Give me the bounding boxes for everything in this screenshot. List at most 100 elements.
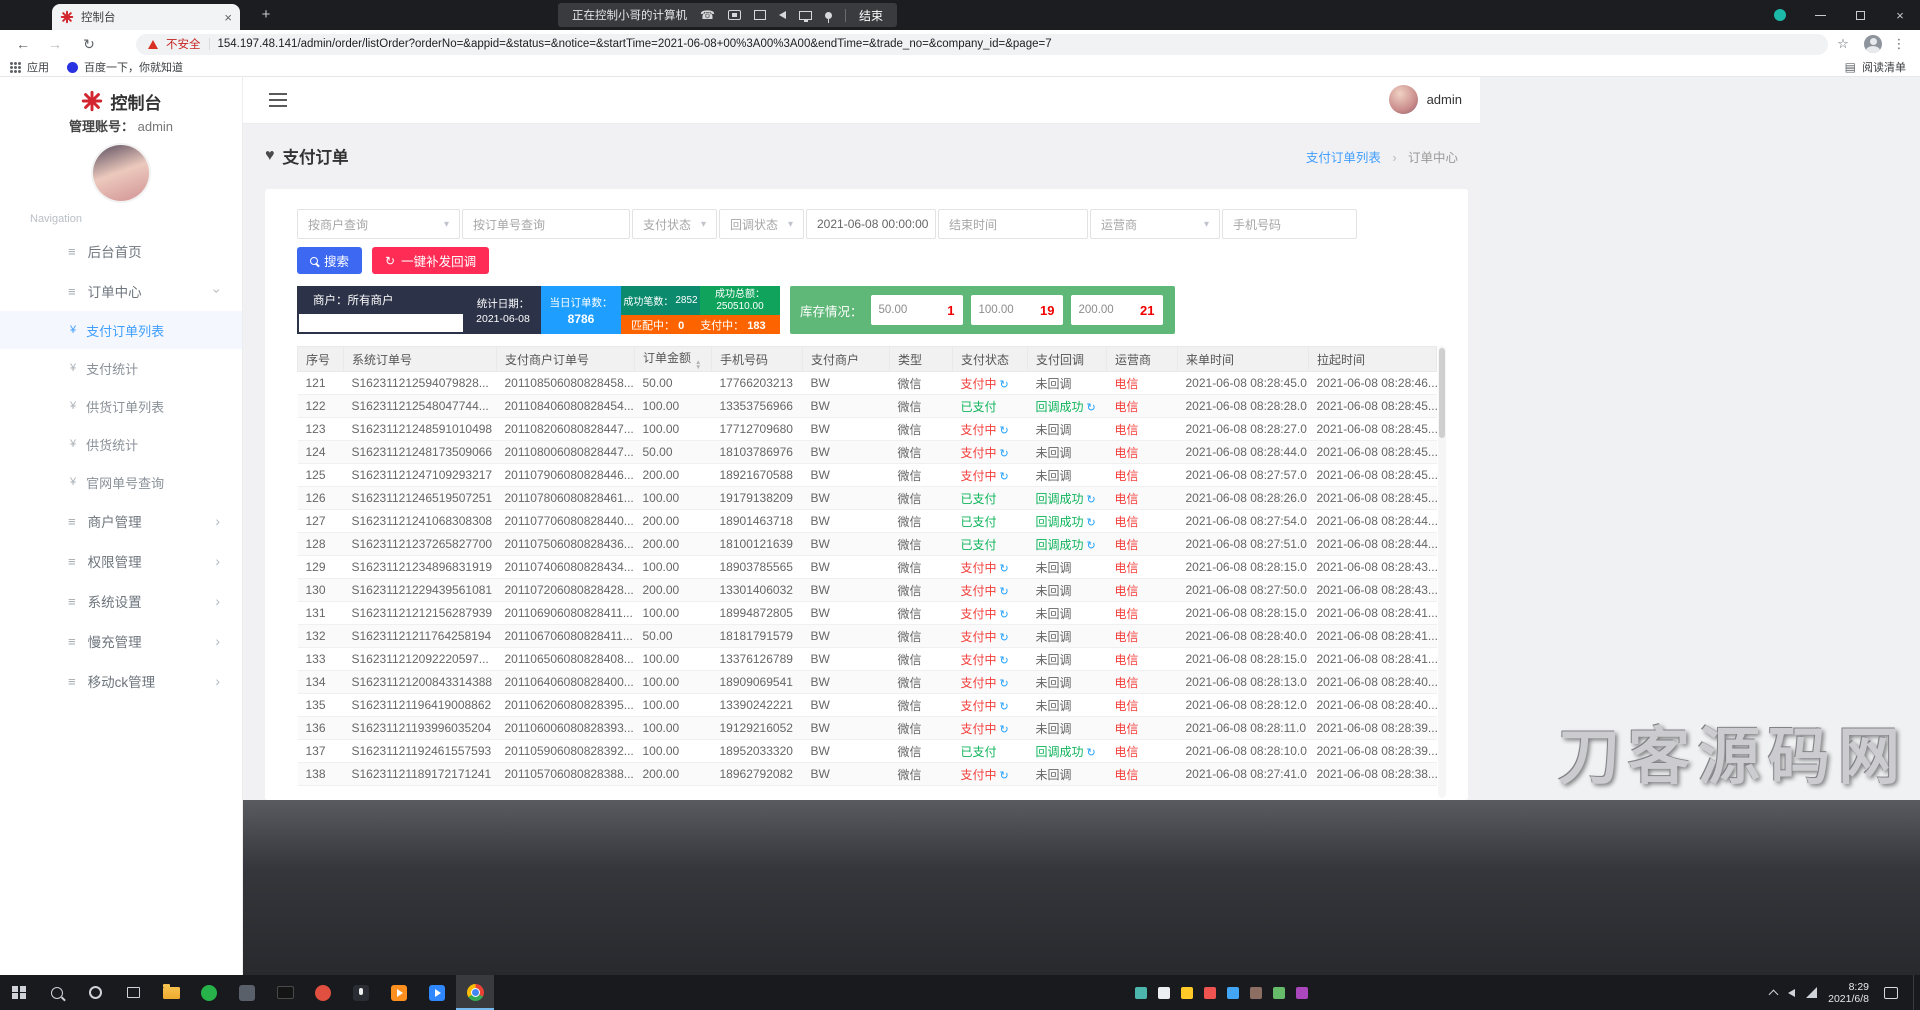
- sidebar-item[interactable]: ≡移动ck管理›: [0, 661, 242, 701]
- app-gray-button[interactable]: [228, 975, 266, 1010]
- bookmark-star-icon[interactable]: ☆: [1832, 34, 1854, 54]
- app-red-button[interactable]: [304, 975, 342, 1010]
- maximize-button[interactable]: [1840, 0, 1880, 30]
- refresh-icon[interactable]: ↻: [1087, 747, 1096, 759]
- table-cell: 18994872805: [712, 602, 803, 625]
- sidebar-item[interactable]: ≡慢充管理›: [0, 621, 242, 661]
- sidebar-item[interactable]: ≡系统设置›: [0, 581, 242, 621]
- refresh-icon[interactable]: ↻: [1000, 678, 1009, 690]
- start-button[interactable]: [0, 975, 38, 1010]
- reload-button[interactable]: ↻: [78, 34, 100, 54]
- cortana-button[interactable]: [76, 975, 114, 1010]
- refresh-icon[interactable]: ↻: [1087, 402, 1096, 414]
- speaker-icon[interactable]: [779, 11, 786, 19]
- profile-avatar[interactable]: [1864, 35, 1882, 53]
- header-user[interactable]: admin: [1389, 85, 1462, 114]
- sidebar-subitem[interactable]: ¥供货统计: [0, 425, 242, 463]
- hidden-icons-chevron[interactable]: [1769, 989, 1779, 999]
- tray-app-icon[interactable]: [1158, 987, 1170, 999]
- sidebar-subitem[interactable]: ¥官网单号查询: [0, 463, 242, 501]
- phone-filter[interactable]: 手机号码: [1222, 209, 1357, 239]
- hamburger-menu-icon[interactable]: [269, 93, 287, 107]
- fullscreen-icon[interactable]: [754, 10, 766, 20]
- refresh-icon[interactable]: ↻: [1000, 632, 1009, 644]
- sidebar-subitem[interactable]: ¥支付统计: [0, 349, 242, 387]
- tab-close-icon[interactable]: ×: [224, 11, 232, 24]
- column-header[interactable]: 订单金额▲▼: [635, 347, 712, 372]
- refresh-icon[interactable]: ↻: [1000, 724, 1009, 736]
- sort-icons[interactable]: ▲▼: [695, 360, 701, 370]
- refresh-icon[interactable]: ↻: [1087, 540, 1096, 552]
- bookmark-baidu[interactable]: 百度一下，你就知道: [67, 59, 183, 75]
- pay-status-filter[interactable]: 支付状态▾: [632, 209, 717, 239]
- mic-app-button[interactable]: [342, 975, 380, 1010]
- table-scrollbar[interactable]: [1438, 346, 1446, 798]
- video-app-blue-button[interactable]: [418, 975, 456, 1010]
- refresh-icon[interactable]: ↻: [1000, 448, 1009, 460]
- tray-app-icon[interactable]: [1135, 987, 1147, 999]
- bookmark-apps[interactable]: 应用: [27, 59, 49, 75]
- user-avatar[interactable]: [93, 145, 149, 201]
- tray-app-icon[interactable]: [1250, 987, 1262, 999]
- refresh-icon[interactable]: ↻: [1000, 655, 1009, 667]
- tray-app-icon[interactable]: [1204, 987, 1216, 999]
- close-button[interactable]: ×: [1880, 0, 1920, 30]
- end-session-button[interactable]: 结束: [859, 7, 883, 24]
- volume-icon[interactable]: [1788, 989, 1795, 997]
- end-time-filter[interactable]: 结束时间: [938, 209, 1088, 239]
- carrier-filter[interactable]: 运营商▾: [1090, 209, 1220, 239]
- app-green-button[interactable]: [190, 975, 228, 1010]
- tray-app-icon[interactable]: [1227, 987, 1239, 999]
- table-scrollbar-thumb[interactable]: [1439, 348, 1445, 438]
- tray-app-icon[interactable]: [1296, 987, 1308, 999]
- search-button[interactable]: 搜索: [297, 247, 362, 274]
- browser-tab[interactable]: 控制台 ×: [52, 4, 240, 30]
- callback-status-filter[interactable]: 回调状态▾: [719, 209, 804, 239]
- show-desktop-button[interactable]: [1913, 975, 1916, 1010]
- forward-button[interactable]: →: [44, 34, 66, 54]
- breadcrumb-link[interactable]: 支付订单列表: [1306, 151, 1381, 165]
- new-tab-button[interactable]: +: [254, 6, 278, 24]
- file-explorer-button[interactable]: [152, 975, 190, 1010]
- minimize-button[interactable]: [1800, 0, 1840, 30]
- monitor-icon[interactable]: [799, 11, 812, 20]
- tray-app-icon[interactable]: [1273, 987, 1285, 999]
- order-no-filter[interactable]: 按订单号查询: [462, 209, 630, 239]
- scale-icon[interactable]: [728, 10, 741, 20]
- resend-callback-button[interactable]: ↻ 一键补发回调: [372, 247, 489, 274]
- sidebar-item[interactable]: ≡权限管理›: [0, 541, 242, 581]
- browser-menu-icon[interactable]: ⋮: [1888, 34, 1910, 54]
- sidebar-item[interactable]: ≡商户管理›: [0, 501, 242, 541]
- sidebar-item[interactable]: ≡订单中心›: [0, 271, 242, 311]
- reading-list-button[interactable]: ▤阅读清单: [1845, 59, 1920, 75]
- sidebar-item[interactable]: ≡后台首页: [0, 231, 242, 271]
- action-center-icon[interactable]: [1884, 987, 1898, 999]
- taskbar-clock[interactable]: 8:29 2021/6/8: [1828, 981, 1869, 1005]
- refresh-icon[interactable]: ↻: [1087, 517, 1096, 529]
- back-button[interactable]: ←: [12, 34, 34, 54]
- merchant-filter[interactable]: 按商户查询▾: [297, 209, 460, 239]
- refresh-icon[interactable]: ↻: [1000, 609, 1009, 621]
- task-view-button[interactable]: [114, 975, 152, 1010]
- refresh-icon[interactable]: ↻: [1087, 494, 1096, 506]
- refresh-icon[interactable]: ↻: [1000, 563, 1009, 575]
- sidebar-subitem[interactable]: ¥供货订单列表: [0, 387, 242, 425]
- refresh-icon[interactable]: ↻: [1000, 425, 1009, 437]
- network-icon[interactable]: [1806, 987, 1817, 998]
- address-bar[interactable]: 不安全 154.197.48.141/admin/order/listOrder…: [136, 34, 1828, 55]
- refresh-icon[interactable]: ↻: [1000, 471, 1009, 483]
- phone-icon[interactable]: ☎: [700, 8, 715, 22]
- refresh-icon[interactable]: ↻: [1000, 586, 1009, 598]
- refresh-icon[interactable]: ↻: [1000, 770, 1009, 782]
- refresh-icon[interactable]: ↻: [1000, 379, 1009, 391]
- video-app-orange-button[interactable]: [380, 975, 418, 1010]
- refresh-icon[interactable]: ↻: [1000, 701, 1009, 713]
- chrome-button[interactable]: [456, 975, 494, 1010]
- tray-app-icon[interactable]: [1181, 987, 1193, 999]
- apps-grid-icon[interactable]: [10, 62, 21, 73]
- start-time-filter[interactable]: 2021-06-08 00:00:00: [806, 209, 936, 239]
- pin-icon[interactable]: [825, 12, 832, 19]
- terminal-button[interactable]: [266, 975, 304, 1010]
- taskbar-search-button[interactable]: [38, 975, 76, 1010]
- sidebar-subitem[interactable]: ¥支付订单列表: [0, 311, 242, 349]
